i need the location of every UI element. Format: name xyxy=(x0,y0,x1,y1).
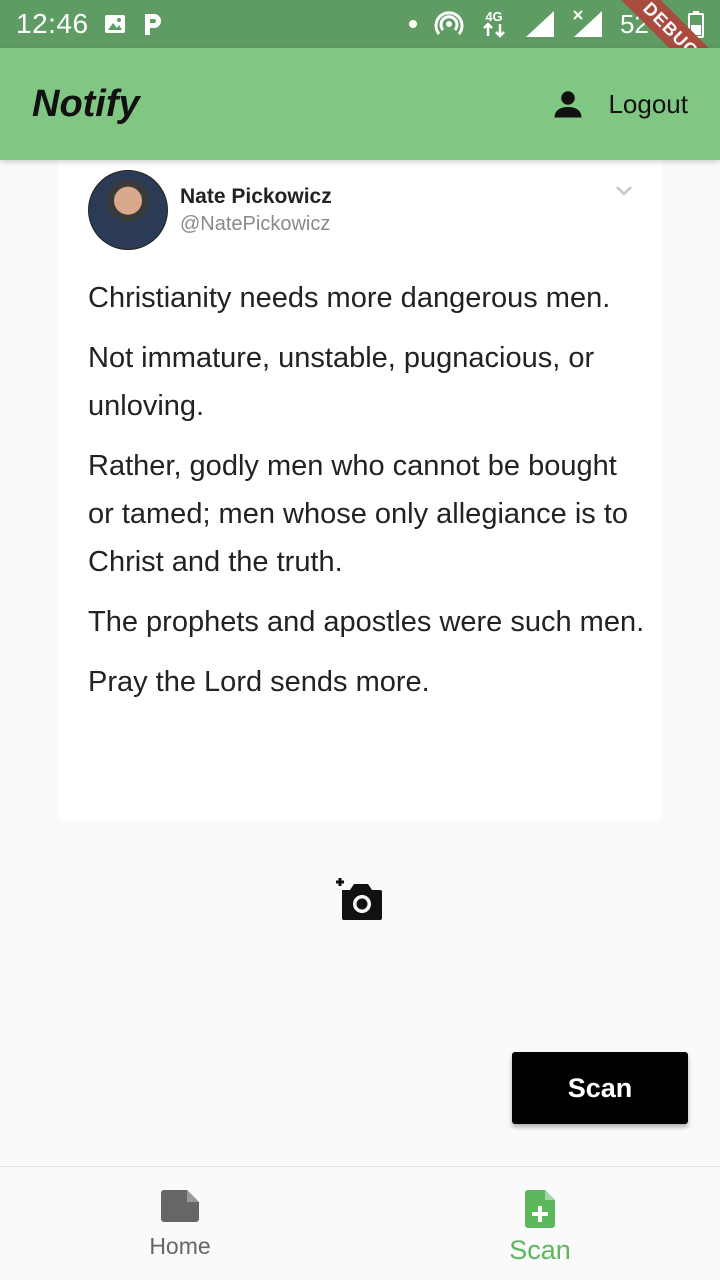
file-icon xyxy=(161,1190,199,1222)
avatar xyxy=(88,170,168,250)
app-bar: Notify Logout xyxy=(0,48,720,160)
tweet-header: Nate Pickowicz @NatePickowicz xyxy=(88,170,332,250)
app-title: Notify xyxy=(32,82,140,125)
nav-label-home: Home xyxy=(149,1233,211,1259)
nav-item-scan[interactable]: Scan xyxy=(360,1167,720,1280)
tweet-author-name: Nate Pickowicz xyxy=(180,184,332,208)
nav-label-scan: Scan xyxy=(509,1235,571,1265)
person-icon xyxy=(554,91,582,118)
dot-icon xyxy=(408,20,417,28)
scan-button[interactable]: Scan xyxy=(512,1052,688,1124)
signal-icon xyxy=(525,11,554,37)
tweet-author-handle: @NatePickowicz xyxy=(180,212,331,235)
logout-label: Logout xyxy=(608,88,688,119)
bottom-navigation: Home Scan xyxy=(0,1166,720,1280)
tweet-paragraph: Christianity needs more dangerous men. xyxy=(88,282,611,314)
signal-no-service-icon xyxy=(573,10,602,37)
status-bar: 12:46 4G 52% DEBUG xyxy=(0,0,720,108)
tweet-body: Christianity needs more dangerous men. N… xyxy=(88,274,648,718)
tweet-paragraph: Not immature, unstable, pugnacious, or u… xyxy=(88,342,595,422)
status-time: 12:46 xyxy=(16,8,89,39)
hotspot-icon xyxy=(434,11,464,35)
screen: 12:46 4G 52% DEBUG Notify Logout Nate Pi… xyxy=(0,0,720,1280)
network-type: 4G xyxy=(485,9,502,24)
tweet-names: Nate Pickowicz @NatePickowicz xyxy=(180,185,332,236)
parking-icon xyxy=(144,14,161,35)
logout-button[interactable]: Logout xyxy=(550,86,688,122)
note-add-icon xyxy=(525,1190,555,1228)
chevron-down-icon xyxy=(616,186,632,196)
status-left-icons xyxy=(103,11,165,37)
nav-item-home[interactable]: Home xyxy=(0,1167,360,1280)
scanned-image: Nate Pickowicz @NatePickowicz Christiani… xyxy=(58,160,662,820)
tweet-paragraph: The prophets and apostles were such men. xyxy=(88,606,645,638)
network-arrows-icon: 4G xyxy=(483,9,505,38)
image-icon xyxy=(104,15,125,33)
tweet-paragraph: Rather, godly men who cannot be bought o… xyxy=(88,450,629,578)
tweet-paragraph: Pray the Lord sends more. xyxy=(88,666,430,698)
add-photo-icon[interactable] xyxy=(334,876,386,924)
